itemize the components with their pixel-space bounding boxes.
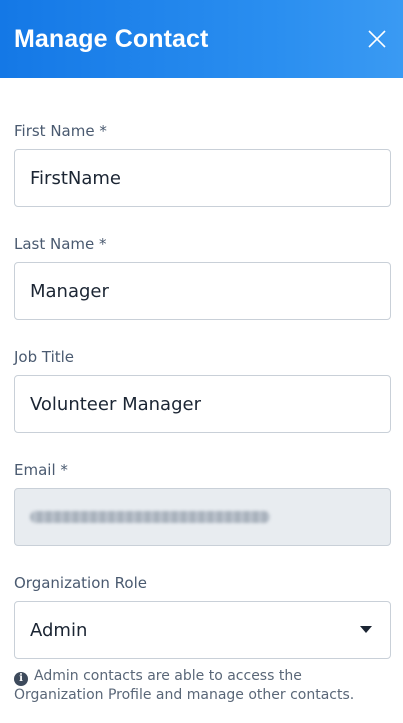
job-title-field[interactable]: Volunteer Manager: [14, 375, 391, 433]
org-role-label: Organization Role: [14, 574, 147, 592]
modal-title: Manage Contact: [14, 24, 209, 53]
job-title-label: Job Title: [14, 348, 75, 366]
email-value-redacted: [30, 511, 270, 523]
close-icon: [368, 30, 386, 48]
email-field: [14, 488, 391, 546]
org-role-select[interactable]: Admin: [14, 601, 391, 659]
help-text: Admin contacts are able to access the Or…: [14, 668, 355, 703]
last-name-label: Last Name *: [14, 235, 107, 253]
role-help-text: i Admin contacts are able to access the O…: [14, 667, 391, 705]
email-label: Email *: [14, 461, 68, 479]
info-icon: i: [14, 672, 28, 686]
first-name-value: FirstName: [30, 167, 121, 189]
first-name-field[interactable]: FirstName: [14, 149, 391, 207]
last-name-field[interactable]: Manager: [14, 262, 391, 320]
org-role-value: Admin: [30, 619, 88, 641]
modal-header: Manage Contact: [0, 0, 403, 78]
last-name-value: Manager: [30, 280, 109, 302]
job-title-value: Volunteer Manager: [30, 393, 201, 415]
chevron-down-icon: [360, 626, 372, 633]
first-name-label: First Name *: [14, 122, 107, 140]
close-button[interactable]: [365, 27, 389, 51]
